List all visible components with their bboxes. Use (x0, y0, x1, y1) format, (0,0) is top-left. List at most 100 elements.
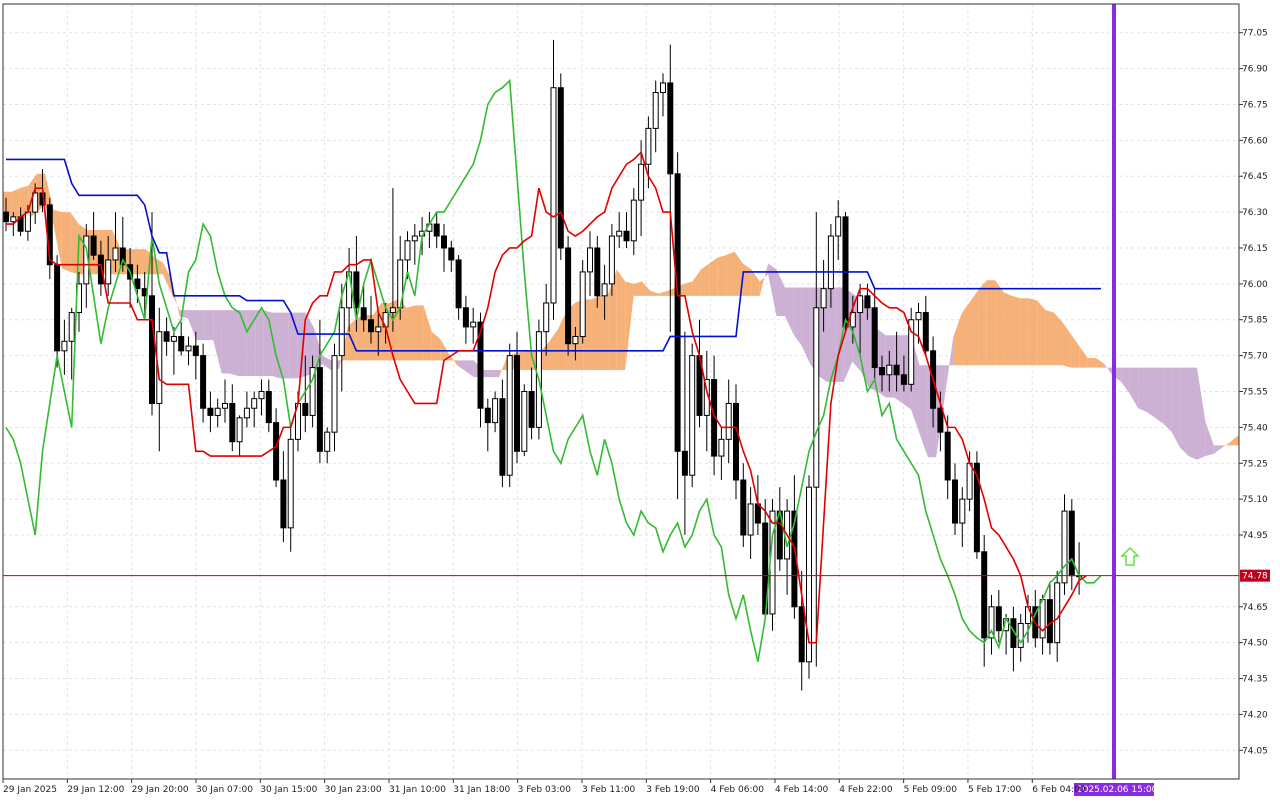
y-tick-label: 76.60 (1242, 136, 1268, 146)
cloud-segment (1045, 310, 1055, 366)
time-marker-label: 2025.02.06 15:00 (1077, 785, 1158, 795)
candle-body (645, 127, 652, 165)
candle-body (170, 335, 177, 342)
candle-body (200, 355, 207, 409)
candle-body (54, 264, 61, 352)
candle-body (944, 431, 951, 481)
candle-body (966, 462, 973, 500)
candle-body (521, 391, 528, 452)
cloud-segment (1087, 358, 1097, 368)
candle-body (886, 364, 893, 376)
candle-body (338, 307, 345, 357)
candle-body (3, 211, 9, 223)
ichimoku-chart[interactable]: 74.78 2025.02.06 15:00 77.05 76.90 76.75 76.… (0, 0, 1280, 800)
y-tick-label: 75.10 (1242, 495, 1268, 505)
candle-body (287, 438, 294, 529)
candle-body (667, 82, 674, 175)
candle-body (404, 240, 411, 261)
candle-body (185, 345, 192, 352)
candle-body (360, 307, 367, 321)
candle-body (813, 307, 820, 488)
chart-canvas[interactable]: 74.78 2025.02.06 15:00 77.05 76.90 76.75 76.… (0, 0, 1280, 800)
y-tick-label: 74.35 (1242, 675, 1268, 685)
cloud-segment (1154, 367, 1164, 424)
candle-body (857, 295, 864, 314)
candle-body (353, 271, 360, 309)
candle-body (163, 331, 170, 342)
candle-body (747, 503, 754, 536)
x-tick-label: 31 Jan 18:00 (453, 785, 510, 795)
candle-body (616, 230, 623, 237)
y-tick-label: 76.75 (1242, 100, 1268, 110)
candle-body (871, 307, 878, 369)
cloud-segment (1037, 300, 1046, 366)
candle-body (514, 355, 520, 452)
x-tick-label: 3 Feb 03:00 (518, 785, 572, 795)
candle-body (258, 391, 265, 400)
candle-body (893, 364, 900, 376)
candle-body (10, 216, 17, 223)
y-tick-label: 76.00 (1242, 280, 1268, 290)
candle-body (214, 407, 221, 416)
candle-body (754, 503, 761, 524)
y-tick-label: 74.65 (1242, 603, 1268, 613)
x-tick-label: 29 Jan 2025 (3, 785, 57, 795)
candle-body (652, 92, 659, 129)
candle-body (1061, 510, 1068, 584)
candle-body (178, 335, 185, 352)
y-tick-label: 75.85 (1242, 316, 1268, 326)
candle-body (594, 247, 601, 297)
candle-body (660, 82, 666, 94)
x-tick-label: 4 Feb 14:00 (775, 785, 829, 795)
candle-body (981, 551, 988, 639)
cloud-segment (137, 249, 146, 275)
cloud-segment (978, 280, 987, 366)
candle-body (462, 307, 469, 328)
candle-body (229, 402, 236, 443)
candle-body (572, 335, 579, 345)
y-tick-label: 76.45 (1242, 172, 1268, 182)
x-tick-label: 3 Feb 11:00 (582, 785, 636, 795)
x-tick-label: 30 Jan 15:00 (260, 785, 317, 795)
x-tick-label: 29 Jan 20:00 (132, 785, 189, 795)
candle-body (243, 407, 250, 419)
candle-body (441, 235, 447, 249)
y-tick-label: 75.55 (1242, 388, 1268, 398)
cloud-segment (255, 310, 264, 376)
x-tick-label: 4 Feb 06:00 (711, 785, 765, 795)
cloud-segment (482, 369, 491, 378)
candle-body (608, 235, 615, 285)
cloud-segment (1163, 367, 1172, 433)
cloud-segment (406, 305, 415, 361)
x-tick-label: 30 Jan 23:00 (325, 785, 382, 795)
candle-body (90, 235, 97, 256)
candle-body (879, 367, 885, 376)
cloud-segment (726, 251, 735, 296)
x-tick-label: 3 Feb 19:00 (646, 785, 700, 795)
cloud-segment (263, 310, 273, 376)
cloud-segment (1138, 367, 1147, 412)
cloud-segment (986, 280, 996, 366)
candle-body (112, 247, 119, 261)
candle-body (820, 288, 827, 309)
candle-body (389, 307, 396, 314)
candle-body (922, 312, 929, 352)
candle-body (492, 398, 499, 424)
candle-body (149, 295, 155, 404)
cloud-segment (196, 310, 205, 341)
y-axis: 77.05 76.90 76.75 76.60 76.45 76.30 76.15 76.00… (1239, 29, 1268, 756)
cloud-segment (633, 281, 643, 296)
candle-body (61, 340, 68, 352)
candle-body (251, 398, 258, 409)
candle-body (995, 606, 1002, 632)
candle-body (835, 216, 842, 237)
cloud-segment (616, 269, 626, 370)
candle-body (565, 247, 572, 345)
cloud-segment (1028, 298, 1038, 366)
x-tick-label: 31 Jan 10:00 (389, 785, 446, 795)
y-tick-label: 74.05 (1242, 746, 1268, 756)
candle-body (557, 87, 564, 249)
candle-body (587, 247, 593, 273)
y-tick-label: 74.95 (1242, 531, 1268, 541)
candle-body (1068, 510, 1075, 577)
